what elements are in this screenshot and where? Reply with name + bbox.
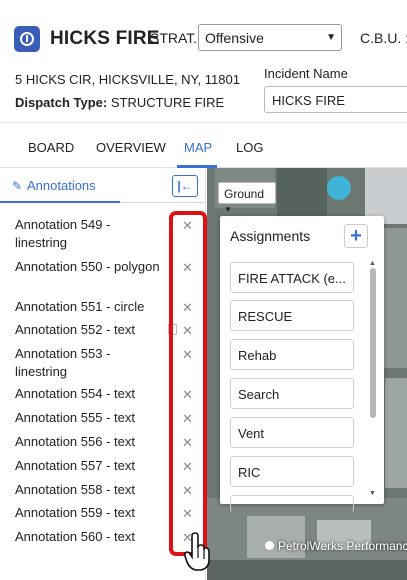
scrollbar-thumb[interactable] [370, 268, 376, 418]
map-place-name: PetrolWerks Performance [278, 539, 407, 553]
map-place-label: PetrolWerks Performance [265, 539, 407, 553]
hand-cursor-icon [184, 532, 210, 571]
dispatch-type-value: STRUCTURE FIRE [110, 95, 225, 110]
strategy-select[interactable]: Offensive ▼ [198, 24, 342, 51]
cbu-label: C.B.U. : [360, 30, 407, 46]
map-pin-icon [265, 541, 274, 550]
highlight-box [169, 211, 207, 556]
dispatch-type: Dispatch Type: STRUCTURE FIRE [15, 95, 224, 110]
assignment-item[interactable]: Search [230, 378, 354, 409]
incident-name-input[interactable]: HICKS FIRE [264, 86, 407, 113]
annotation-item[interactable]: Annotation 555 - text [15, 409, 165, 427]
annotation-item[interactable]: Annotation 558 - text [15, 481, 165, 499]
annotation-item[interactable]: Annotation 556 - text [15, 433, 165, 451]
tab-board[interactable]: BOARD [28, 140, 74, 155]
map-yard [277, 168, 327, 216]
tab-map[interactable]: MAP [184, 140, 212, 155]
tab-log[interactable]: LOG [236, 140, 263, 155]
active-tab-indicator [0, 201, 120, 203]
incident-name-label: Incident Name [264, 66, 348, 81]
map-layer-label: Ground [224, 187, 265, 201]
annotation-item[interactable]: Annotation 559 - text [15, 504, 165, 522]
annotation-item[interactable]: Annotation 554 - text [15, 385, 165, 403]
scroll-down-icon[interactable]: ▼ [369, 490, 376, 497]
assignment-item[interactable]: FIRE ATTACK (e... [230, 262, 354, 293]
assignments-title: Assignments [230, 228, 311, 244]
map-building [385, 378, 407, 488]
map-pool [327, 176, 351, 200]
strat-label: STRAT. [150, 30, 198, 46]
chevron-down-icon: ▼ [326, 32, 336, 43]
map-road [207, 560, 407, 580]
add-assignment-button[interactable]: + [344, 224, 368, 248]
assignments-panel: Assignments + FIRE ATTACK (e... RESCUE R… [220, 216, 384, 512]
assignment-item-partial [230, 495, 354, 512]
tab-annotations[interactable]: ✎ Annotations [12, 178, 96, 193]
main-tabs: BOARD OVERVIEW MAP LOG [0, 122, 407, 168]
assignment-item[interactable]: RIC [230, 456, 354, 487]
annotation-item[interactable]: Annotation 552 - text [15, 321, 165, 339]
pencil-icon: ✎ [12, 179, 23, 193]
annotation-item[interactable]: Annotation 553 - linestring [15, 345, 165, 381]
annotation-item[interactable]: Annotation 560 - text [15, 528, 165, 546]
scroll-up-icon[interactable]: ▲ [369, 260, 376, 267]
incident-header: HICKS FIRE STRAT. Offensive ▼ C.B.U. : 5… [0, 0, 407, 122]
assignment-item[interactable]: RESCUE [230, 300, 354, 331]
assignment-item[interactable]: Vent [230, 417, 354, 448]
collapse-sidebar-button[interactable]: |← [172, 175, 198, 197]
incident-title: HICKS FIRE [50, 28, 160, 49]
tab-overview[interactable]: OVERVIEW [96, 140, 166, 155]
annotation-item[interactable]: Annotation 549 - linestring [15, 216, 165, 252]
annotation-item[interactable]: Annotation 551 - circle [15, 298, 165, 316]
annotation-item[interactable]: Annotation 550 - polygon [15, 258, 165, 276]
assignments-scrollbar[interactable]: ▲ ▼ [369, 260, 377, 498]
tab-annotations-label: Annotations [27, 178, 96, 193]
power-icon[interactable] [14, 26, 40, 52]
map-building [383, 228, 407, 368]
incident-address: 5 HICKS CIR, HICKSVILLE, NY, 11801 [15, 72, 240, 87]
strategy-select-value: Offensive [205, 30, 264, 46]
assignment-item[interactable]: Rehab [230, 339, 354, 370]
map-layer-button[interactable]: Ground ▼ [218, 182, 276, 214]
dispatch-type-label: Dispatch Type: [15, 95, 108, 110]
annotation-item[interactable]: Annotation 557 - text [15, 457, 165, 475]
caret-down-icon: ▼ [224, 205, 232, 214]
